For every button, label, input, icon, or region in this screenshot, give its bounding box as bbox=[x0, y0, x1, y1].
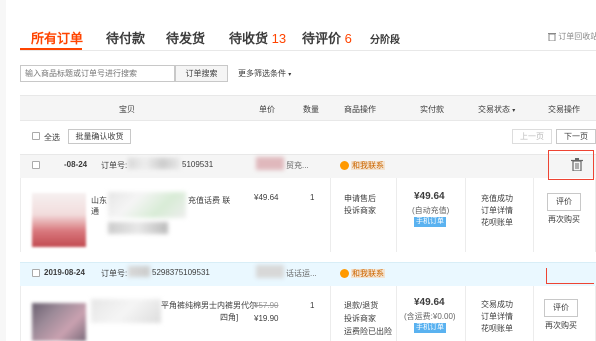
tab-count-badge: 13 bbox=[271, 31, 287, 46]
redacted-order-number bbox=[128, 266, 150, 277]
column-divider bbox=[330, 178, 331, 252]
order-checkbox[interactable] bbox=[32, 161, 40, 169]
item-title-b[interactable]: 充值话费 联 bbox=[188, 195, 230, 206]
left-edge-strip bbox=[0, 0, 6, 341]
complain-link[interactable]: 投诉商家 bbox=[344, 205, 376, 216]
order-checkbox[interactable] bbox=[32, 269, 40, 277]
search-input[interactable] bbox=[20, 65, 175, 82]
freight-insurance-link[interactable]: 运费险已出险 bbox=[344, 326, 392, 337]
column-divider bbox=[465, 286, 466, 341]
column-divider bbox=[533, 286, 534, 341]
recycle-bin-link[interactable]: 订单回收站 bbox=[548, 31, 596, 42]
highlight-box-fragment bbox=[546, 268, 594, 284]
column-header-status[interactable]: 交易状态 ▾ bbox=[478, 104, 515, 115]
highlight-box bbox=[548, 150, 594, 180]
wangwang-icon bbox=[340, 161, 349, 170]
column-header-unit-price: 单价 bbox=[259, 105, 275, 114]
unit-price: ¥49.64 bbox=[254, 193, 279, 202]
item-thumbnail[interactable] bbox=[32, 303, 86, 341]
huabei-bill-link[interactable]: 花呗账单 bbox=[481, 323, 513, 334]
redacted-shop-name bbox=[256, 157, 284, 170]
order-details-link[interactable]: 订单详情 bbox=[481, 205, 513, 216]
order-date: 2019-08-24 bbox=[44, 268, 85, 277]
tab-pending-receipt[interactable]: 待收货 13 bbox=[229, 28, 286, 47]
redacted-item-title bbox=[108, 192, 186, 218]
item-title-c[interactable]: 四角] bbox=[220, 312, 238, 323]
order-number: 5109531 bbox=[182, 160, 214, 169]
order-details-link[interactable]: 订单详情 bbox=[481, 311, 513, 322]
recycle-bin-icon bbox=[548, 33, 556, 42]
paid-note: (自动充值) bbox=[412, 206, 450, 215]
chevron-down-icon: ▾ bbox=[288, 72, 292, 78]
prev-page-button[interactable]: 上一页 bbox=[512, 129, 552, 144]
item-title-a[interactable]: 山东 bbox=[91, 195, 107, 206]
column-divider bbox=[533, 178, 534, 252]
contact-seller[interactable]: 和我联系 bbox=[340, 268, 385, 279]
column-divider bbox=[396, 286, 397, 341]
status-text: 交易成功 bbox=[481, 300, 513, 309]
column-divider bbox=[465, 178, 466, 252]
redacted-item-title bbox=[91, 299, 161, 323]
item-title-b[interactable]: 平角裤纯棉男士内裤男代尔 bbox=[161, 300, 257, 311]
column-divider bbox=[396, 178, 397, 252]
mobile-order-tag: 手机订单 bbox=[414, 217, 446, 227]
paid-note: (含运费:¥0.00) bbox=[404, 312, 456, 321]
item-thumbnail[interactable] bbox=[32, 193, 86, 247]
buy-again-link[interactable]: 再次购买 bbox=[545, 320, 577, 331]
redacted-shop-name bbox=[256, 265, 284, 278]
tab-pending-review[interactable]: 待评价 6 bbox=[302, 28, 352, 47]
more-filters-toggle[interactable]: 更多筛选条件 ▾ bbox=[238, 68, 291, 79]
unit-price: ¥19.90 bbox=[254, 314, 279, 323]
search-button[interactable]: 订单搜索 bbox=[175, 65, 228, 82]
wangwang-icon bbox=[340, 269, 349, 278]
next-page-button[interactable]: 下一页 bbox=[556, 129, 596, 144]
paid-amount: ¥49.64 bbox=[414, 297, 445, 308]
column-header-item-ops: 商品操作 bbox=[344, 105, 376, 114]
column-header-item: 宝贝 bbox=[119, 105, 135, 114]
order-number: 5298375109531 bbox=[152, 268, 210, 277]
item-title-c[interactable]: 通 bbox=[91, 206, 99, 217]
contact-seller[interactable]: 和我联系 bbox=[340, 160, 385, 171]
shop-name[interactable]: 话话运... bbox=[286, 268, 317, 279]
huabei-bill-link[interactable]: 花呗账单 bbox=[481, 217, 513, 228]
column-header-actions: 交易操作 bbox=[548, 105, 580, 114]
column-divider bbox=[330, 286, 331, 341]
redacted-order-number bbox=[128, 158, 180, 169]
complain-link[interactable]: 投诉商家 bbox=[344, 313, 376, 324]
tab-all-orders[interactable]: 所有订单 bbox=[31, 28, 83, 47]
tab-pending-shipment[interactable]: 待发货 bbox=[166, 28, 205, 47]
select-all-label: 全选 bbox=[44, 133, 60, 142]
chevron-down-icon: ▾ bbox=[512, 108, 516, 114]
tab-count-badge: 6 bbox=[344, 31, 352, 46]
buy-again-link[interactable]: 再次购买 bbox=[548, 214, 580, 225]
column-header-paid: 实付款 bbox=[420, 105, 444, 114]
shop-name[interactable]: 贸充... bbox=[286, 160, 309, 171]
column-header-quantity: 数量 bbox=[303, 105, 319, 114]
quantity: 1 bbox=[310, 301, 315, 310]
tab-divider bbox=[20, 50, 596, 51]
select-all-checkbox[interactable] bbox=[32, 132, 40, 140]
tab-staged[interactable]: 分阶段 bbox=[370, 31, 400, 46]
after-sale-link[interactable]: 申请售后 bbox=[344, 193, 376, 204]
mobile-order-tag: 手机订单 bbox=[414, 323, 446, 333]
review-button[interactable]: 评价 bbox=[544, 299, 578, 317]
paid-amount: ¥49.64 bbox=[414, 191, 445, 202]
quantity: 1 bbox=[310, 193, 315, 202]
refund-link[interactable]: 退款/退货 bbox=[344, 300, 378, 311]
order-date: -08-24 bbox=[64, 160, 88, 169]
redacted-item-subtitle bbox=[108, 222, 168, 234]
status-text: 充值成功 bbox=[481, 194, 513, 203]
review-button[interactable]: 评价 bbox=[547, 193, 581, 211]
tab-pending-payment[interactable]: 待付款 bbox=[106, 28, 145, 47]
original-price: ¥57.90 bbox=[254, 301, 279, 310]
batch-confirm-button[interactable]: 批量确认收货 bbox=[68, 129, 131, 144]
order-number-label: 订单号: bbox=[101, 269, 128, 278]
order-number-label: 订单号: bbox=[101, 161, 128, 170]
